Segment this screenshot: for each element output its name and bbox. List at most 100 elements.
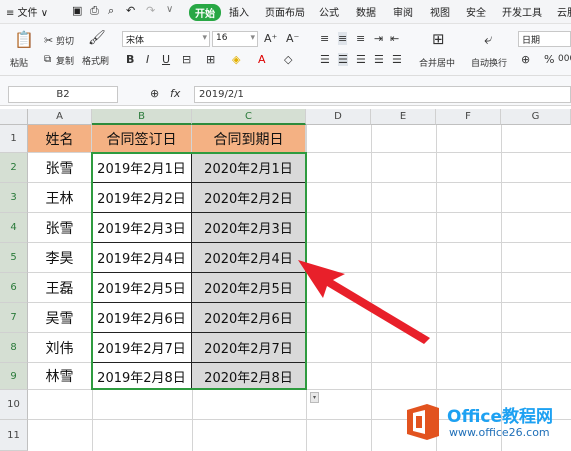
outdent-icon[interactable]: ⇤ xyxy=(390,32,399,45)
format-painter-icon[interactable]: 🖌 xyxy=(88,30,106,46)
distribute-icon[interactable]: ☰ xyxy=(392,53,402,66)
clear-format-icon[interactable]: ◇ xyxy=(284,53,292,66)
sign-date-cell[interactable]: 2019年2月2日 xyxy=(92,183,192,213)
paste-icon[interactable]: 📋 xyxy=(14,30,34,49)
name-cell[interactable]: 林雪 xyxy=(28,363,92,390)
formula-input[interactable]: 2019/2/1 xyxy=(194,86,571,103)
expiry-date-cell[interactable]: 2020年2月3日 xyxy=(192,213,306,243)
paste-options-icon[interactable]: ▾ xyxy=(310,392,319,403)
expiry-date-cell[interactable]: 2020年2月7日 xyxy=(192,333,306,363)
sign-date-cell[interactable]: 2019年2月7日 xyxy=(92,333,192,363)
tab-insert[interactable]: 插入 xyxy=(229,4,249,19)
font-color-icon[interactable]: A xyxy=(258,53,266,66)
align-middle-icon[interactable]: ≡ xyxy=(338,32,348,45)
sign-date-cell[interactable]: 2019年2月4日 xyxy=(92,243,192,273)
name-cell[interactable]: 李昊 xyxy=(28,243,92,273)
quick-access-dropdown-icon[interactable]: ∨ xyxy=(166,4,173,15)
cut-icon[interactable]: ✂ xyxy=(44,34,53,47)
name-cell[interactable]: 张雪 xyxy=(28,213,92,243)
tab-data[interactable]: 数据 xyxy=(356,4,376,19)
name-cell[interactable]: 刘伟 xyxy=(28,333,92,363)
expiry-date-cell[interactable]: 2020年2月5日 xyxy=(192,273,306,303)
row-header-7[interactable]: 7 xyxy=(0,303,28,333)
decrease-font-icon[interactable]: A⁻ xyxy=(286,32,299,45)
name-cell[interactable]: 张雪 xyxy=(28,153,92,183)
expiry-date-cell[interactable]: 2020年2月8日 xyxy=(192,363,306,390)
name-cell[interactable]: 吴雪 xyxy=(28,303,92,333)
tab-start[interactable]: 开始 xyxy=(189,4,221,21)
wrap-text-button[interactable]: 自动换行 xyxy=(471,56,507,69)
row-header-2[interactable]: 2 xyxy=(0,153,28,183)
wrap-text-icon[interactable]: ⤶ xyxy=(484,30,492,48)
expiry-date-cell[interactable]: 2020年2月6日 xyxy=(192,303,306,333)
justify-icon[interactable]: ☰ xyxy=(374,53,384,66)
col-header-f[interactable]: F xyxy=(436,109,501,125)
number-format-select[interactable]: 日期 xyxy=(518,31,571,47)
sign-date-cell[interactable]: 2019年2月8日 xyxy=(92,363,192,390)
select-all-corner[interactable] xyxy=(0,109,28,125)
row-header-8[interactable]: 8 xyxy=(0,333,28,363)
name-cell[interactable]: 王林 xyxy=(28,183,92,213)
expiry-date-cell[interactable]: 2020年2月4日 xyxy=(192,243,306,273)
merge-center-button[interactable]: 合并居中 xyxy=(419,56,455,69)
cut-button[interactable]: 剪切 xyxy=(56,34,74,47)
font-size-select[interactable]: 16 ▾ xyxy=(212,31,258,47)
align-right-icon[interactable]: ☰ xyxy=(356,53,366,66)
header-cell-sign-date[interactable]: 合同签订日 xyxy=(92,125,192,153)
tab-formulas[interactable]: 公式 xyxy=(319,4,339,19)
row-header-5[interactable]: 5 xyxy=(0,243,28,273)
fill-color-icon[interactable]: ◈ xyxy=(232,53,240,66)
name-cell[interactable]: 王磊 xyxy=(28,273,92,303)
row-header-1[interactable]: 1 xyxy=(0,125,28,153)
border-icon[interactable]: ⊞ xyxy=(206,53,215,66)
format-painter-button[interactable]: 格式刷 xyxy=(82,54,109,67)
comma-button[interactable]: 000 xyxy=(558,54,571,64)
row-header-3[interactable]: 3 xyxy=(0,183,28,213)
sign-date-cell[interactable]: 2019年2月6日 xyxy=(92,303,192,333)
align-top-icon[interactable]: ≡ xyxy=(320,32,329,45)
copy-button[interactable]: 复制 xyxy=(56,54,74,67)
undo-icon[interactable]: ↶ xyxy=(126,4,135,17)
header-cell-name[interactable]: 姓名 xyxy=(28,125,92,153)
expiry-date-cell[interactable]: 2020年2月1日 xyxy=(192,153,306,183)
col-header-a[interactable]: A xyxy=(28,109,92,125)
tab-developer[interactable]: 开发工具 xyxy=(502,4,542,19)
expiry-date-cell[interactable]: 2020年2月2日 xyxy=(192,183,306,213)
preview-icon[interactable]: ⌕ xyxy=(108,4,114,18)
align-center-icon[interactable]: ☰ xyxy=(338,53,348,66)
italic-icon[interactable]: I xyxy=(146,53,149,66)
col-header-e[interactable]: E xyxy=(371,109,436,125)
row-header-9[interactable]: 9 xyxy=(0,363,28,390)
col-header-c[interactable]: C xyxy=(192,109,306,125)
tab-review[interactable]: 审阅 xyxy=(393,4,413,19)
tab-cloud[interactable]: 云服 xyxy=(557,4,571,19)
row-header-4[interactable]: 4 xyxy=(0,213,28,243)
bold-icon[interactable]: B xyxy=(126,53,134,66)
row-header-11[interactable]: 11 xyxy=(0,420,28,451)
fx-button[interactable]: fx xyxy=(170,87,180,100)
tab-security[interactable]: 安全 xyxy=(466,4,486,19)
col-header-b[interactable]: B xyxy=(92,109,192,125)
col-header-d[interactable]: D xyxy=(306,109,371,125)
paste-button[interactable]: 粘贴 xyxy=(10,56,28,69)
align-left-icon[interactable]: ☰ xyxy=(320,53,330,66)
currency-icon[interactable]: ⊕ xyxy=(521,53,530,66)
font-name-select[interactable]: 宋体 ▾ xyxy=(122,31,210,47)
tab-view[interactable]: 视图 xyxy=(430,4,450,19)
copy-icon[interactable]: ⧉ xyxy=(44,54,51,65)
name-box[interactable]: B2 xyxy=(8,86,118,103)
row-header-6[interactable]: 6 xyxy=(0,273,28,303)
align-bottom-icon[interactable]: ≡ xyxy=(356,32,365,45)
tab-page-layout[interactable]: 页面布局 xyxy=(265,4,305,19)
file-menu[interactable]: ≡ 文件 ∨ xyxy=(6,4,48,19)
print-icon[interactable]: ⎙ xyxy=(90,4,99,18)
redo-icon[interactable]: ↷ xyxy=(146,4,155,17)
percent-button[interactable]: % xyxy=(544,53,554,66)
indent-icon[interactable]: ⇥ xyxy=(374,32,383,45)
zoom-icon[interactable]: ⊕ xyxy=(150,87,159,100)
row-header-10[interactable]: 10 xyxy=(0,390,28,420)
header-cell-expiry-date[interactable]: 合同到期日 xyxy=(192,125,306,153)
col-header-g[interactable]: G xyxy=(501,109,571,125)
sign-date-cell[interactable]: 2019年2月3日 xyxy=(92,213,192,243)
increase-font-icon[interactable]: A⁺ xyxy=(264,32,277,45)
